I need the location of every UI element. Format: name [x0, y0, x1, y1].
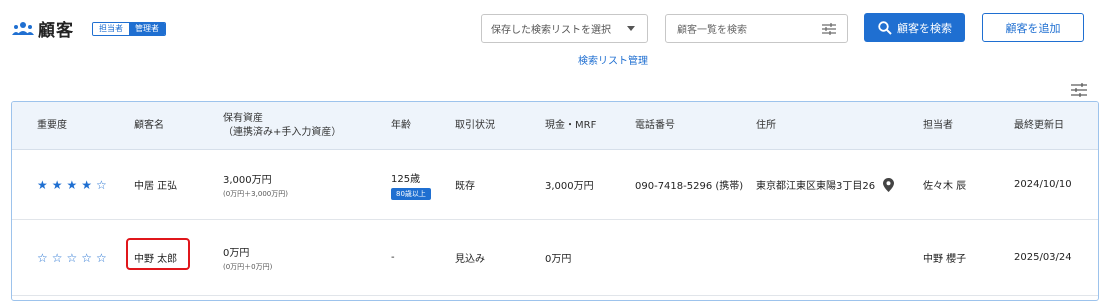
people-icon: [12, 21, 34, 35]
page-header: 顧客 担当者 管理者: [12, 16, 166, 41]
col-importance[interactable]: 重要度: [37, 102, 67, 150]
search-icon: [878, 20, 892, 35]
customer-table: 重要度 顧客名 保有資産 （連携済み+手入力資産） 年齢 取引状況 現金・MRF…: [11, 101, 1099, 301]
age-cell: 125歳 80歳以上: [391, 150, 431, 219]
search-button-label: 顧客を検索: [897, 21, 952, 35]
status-cell: 見込み: [455, 254, 485, 265]
importance-stars[interactable]: ★★★★☆: [37, 150, 111, 219]
col-name[interactable]: 顧客名: [134, 102, 164, 150]
cash-cell: 3,000万円: [545, 181, 594, 192]
table-row[interactable]: ★★★★☆ 中居 正弘 3,000万円 (0万円＋3,000万円) 125歳 8…: [12, 150, 1098, 220]
filter-icon[interactable]: [821, 22, 837, 36]
status-cell: 既存: [455, 181, 475, 192]
customer-name[interactable]: 中居 正弘: [134, 150, 177, 219]
age-value: -: [391, 252, 395, 263]
staff-cell: 中野 櫻子: [923, 254, 967, 265]
caret-down-icon: [627, 26, 635, 31]
asset-sub: (0万円＋0万円): [223, 262, 273, 271]
customer-name[interactable]: 中野 太郎: [134, 220, 177, 295]
col-staff[interactable]: 担当者: [923, 102, 953, 150]
page-title: 顧客: [38, 21, 74, 41]
role-tab-admin[interactable]: 管理者: [129, 22, 165, 35]
table-row[interactable]: ☆☆☆☆☆ 中野 太郎 0万円 (0万円＋0万円) - 見込み 0万円 中野 櫻…: [12, 220, 1098, 296]
search-placeholder: 顧客一覧を検索: [677, 25, 747, 36]
phone-cell: 090-7418-5296 (携帯): [635, 181, 744, 192]
add-customer-button[interactable]: 顧客を追加: [982, 13, 1084, 42]
saved-search-placeholder: 保存した検索リストを選択: [491, 25, 611, 36]
staff-cell: 佐々木 辰: [923, 181, 967, 192]
role-tab-staff[interactable]: 担当者: [93, 22, 129, 35]
col-updated[interactable]: 最終更新日: [1014, 102, 1064, 150]
role-toggle[interactable]: 担当者 管理者: [92, 21, 166, 36]
col-phone[interactable]: 電話番号: [635, 102, 675, 150]
col-assets[interactable]: 保有資産 （連携済み+手入力資産）: [223, 102, 341, 150]
location-pin-icon[interactable]: [883, 177, 895, 192]
cash-cell: 0万円: [545, 254, 572, 265]
address-text: 東京都江東区東陽3丁目26: [756, 181, 876, 192]
add-customer-label: 顧客を追加: [1005, 21, 1061, 35]
updated-cell: 2025/03/24: [1014, 252, 1072, 263]
search-button[interactable]: 顧客を検索: [864, 13, 965, 42]
address-cell: 東京都江東区東陽3丁目26: [756, 150, 895, 219]
settings-sliders-icon[interactable]: [1070, 82, 1088, 98]
search-list-manage-link[interactable]: 検索リスト管理: [578, 52, 648, 67]
col-address[interactable]: 住所: [756, 102, 776, 150]
table-header: 重要度 顧客名 保有資産 （連携済み+手入力資産） 年齢 取引状況 現金・MRF…: [12, 102, 1098, 150]
age-value: 125歳: [391, 173, 421, 185]
asset-cell: 3,000万円 (0万円＋3,000万円): [223, 150, 288, 219]
age-badge: 80歳以上: [391, 187, 431, 200]
col-cash[interactable]: 現金・MRF: [545, 102, 596, 150]
asset-main: 0万円: [223, 247, 250, 259]
updated-cell: 2024/10/10: [1014, 179, 1072, 190]
col-age[interactable]: 年齢: [391, 102, 411, 150]
asset-cell: 0万円 (0万円＋0万円): [223, 220, 272, 295]
col-assets-label: 保有資産: [223, 113, 263, 124]
col-status[interactable]: 取引状況: [455, 102, 495, 150]
asset-sub: (0万円＋3,000万円): [223, 189, 288, 198]
saved-search-select[interactable]: 保存した検索リストを選択: [481, 14, 648, 43]
search-input[interactable]: 顧客一覧を検索: [665, 14, 848, 43]
asset-main: 3,000万円: [223, 174, 272, 186]
importance-stars[interactable]: ☆☆☆☆☆: [37, 220, 111, 295]
col-assets-sub: （連携済み+手入力資産）: [223, 127, 342, 138]
